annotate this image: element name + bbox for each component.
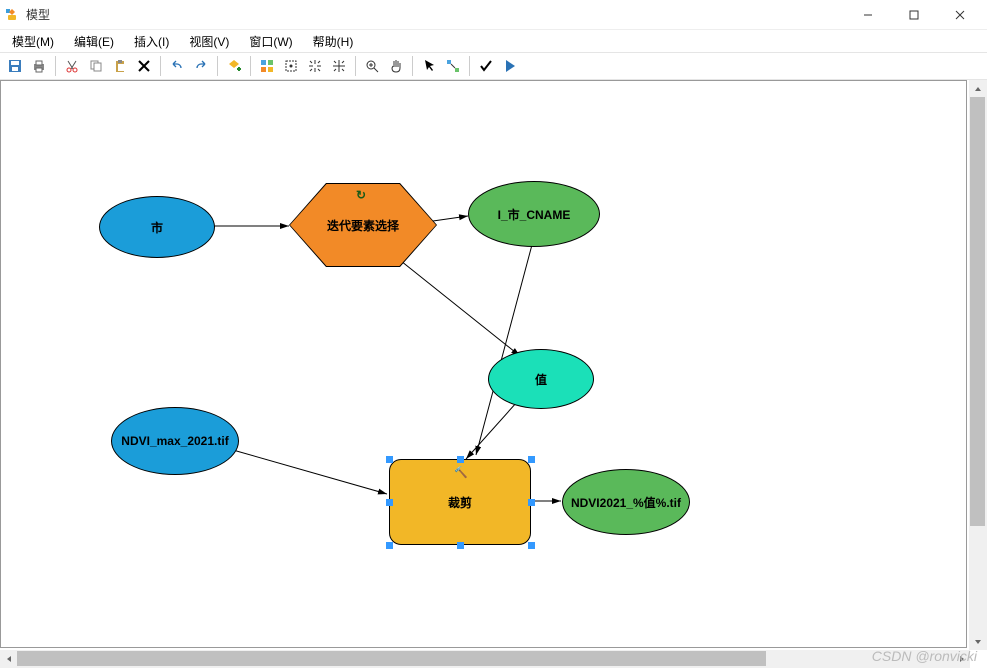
toolbar-separator	[469, 56, 470, 76]
scroll-track[interactable]	[17, 650, 953, 668]
toolbar	[0, 52, 987, 80]
scrollbar-vertical[interactable]	[969, 80, 987, 650]
model-canvas[interactable]: 市 迭代要素选择 ↻ I_市_CNAME 值 NDVI_max_2021.tif…	[0, 80, 967, 648]
menu-edit[interactable]: 编辑(E)	[70, 31, 118, 52]
redo-icon[interactable]	[190, 55, 212, 77]
delete-icon[interactable]	[133, 55, 155, 77]
node-label: NDVI_max_2021.tif	[121, 434, 228, 448]
connector-edges	[1, 81, 968, 649]
menu-view[interactable]: 视图(V)	[185, 31, 233, 52]
print-icon[interactable]	[28, 55, 50, 77]
zoom-in-icon[interactable]	[361, 55, 383, 77]
fixed-zoom-out-icon[interactable]	[328, 55, 350, 77]
minimize-button[interactable]	[845, 0, 891, 30]
titlebar: 模型	[0, 0, 987, 30]
copy-icon[interactable]	[85, 55, 107, 77]
cut-icon[interactable]	[61, 55, 83, 77]
node-input-shi[interactable]: 市	[99, 196, 215, 258]
node-output-ndvi[interactable]: NDVI2021_%值%.tif	[562, 469, 690, 535]
menu-insert[interactable]: 插入(I)	[130, 31, 173, 52]
node-label: 迭代要素选择	[327, 217, 399, 234]
selection-handle[interactable]	[528, 542, 535, 549]
toolbar-separator	[55, 56, 56, 76]
close-button[interactable]	[937, 0, 983, 30]
loop-icon: ↻	[356, 188, 366, 202]
pan-icon[interactable]	[385, 55, 407, 77]
toolbar-separator	[355, 56, 356, 76]
scroll-track[interactable]	[969, 97, 987, 633]
menu-help[interactable]: 帮助(H)	[309, 31, 358, 52]
node-output-cname[interactable]: I_市_CNAME	[468, 181, 600, 247]
selection-handle[interactable]	[528, 499, 535, 506]
node-label: I_市_CNAME	[498, 206, 571, 223]
toolbar-separator	[160, 56, 161, 76]
node-label: 值	[535, 371, 547, 388]
canvas-wrap: 市 迭代要素选择 ↻ I_市_CNAME 值 NDVI_max_2021.tif…	[0, 80, 987, 668]
selection-handle[interactable]	[386, 542, 393, 549]
scrollbar-horizontal[interactable]	[0, 650, 970, 668]
menubar: 模型(M) 编辑(E) 插入(I) 视图(V) 窗口(W) 帮助(H)	[0, 30, 987, 52]
selection-handle[interactable]	[457, 542, 464, 549]
node-value[interactable]: 值	[488, 349, 594, 409]
add-data-icon[interactable]	[223, 55, 245, 77]
node-iterator[interactable]: 迭代要素选择 ↻	[290, 184, 436, 266]
selection-handle[interactable]	[386, 456, 393, 463]
node-label: 裁剪	[448, 494, 472, 511]
connect-icon[interactable]	[442, 55, 464, 77]
toolbar-separator	[217, 56, 218, 76]
undo-icon[interactable]	[166, 55, 188, 77]
save-icon[interactable]	[4, 55, 26, 77]
selection-handle[interactable]	[457, 456, 464, 463]
run-icon[interactable]	[499, 55, 521, 77]
node-tool-clip[interactable]: 🔨 裁剪	[389, 459, 531, 545]
fixed-zoom-in-icon[interactable]	[304, 55, 326, 77]
menu-model[interactable]: 模型(M)	[8, 31, 58, 52]
menu-window[interactable]: 窗口(W)	[245, 31, 296, 52]
scroll-thumb[interactable]	[970, 97, 985, 526]
validate-icon[interactable]	[475, 55, 497, 77]
scroll-thumb[interactable]	[17, 651, 766, 666]
select-icon[interactable]	[418, 55, 440, 77]
scroll-up-icon[interactable]	[969, 80, 986, 97]
paste-icon[interactable]	[109, 55, 131, 77]
scroll-left-icon[interactable]	[0, 650, 17, 667]
window-title: 模型	[26, 6, 845, 23]
node-input-ndvi[interactable]: NDVI_max_2021.tif	[111, 407, 239, 475]
modelbuilder-icon	[4, 7, 20, 23]
node-label: 市	[151, 219, 163, 236]
toolbar-separator	[250, 56, 251, 76]
auto-layout-icon[interactable]	[256, 55, 278, 77]
selection-handle[interactable]	[528, 456, 535, 463]
selection-handle[interactable]	[386, 499, 393, 506]
node-label: NDVI2021_%值%.tif	[571, 494, 681, 511]
full-extent-icon[interactable]	[280, 55, 302, 77]
maximize-button[interactable]	[891, 0, 937, 30]
toolbar-separator	[412, 56, 413, 76]
hammer-icon: 🔨	[454, 466, 468, 479]
watermark: CSDN @ronvicki	[872, 648, 977, 664]
